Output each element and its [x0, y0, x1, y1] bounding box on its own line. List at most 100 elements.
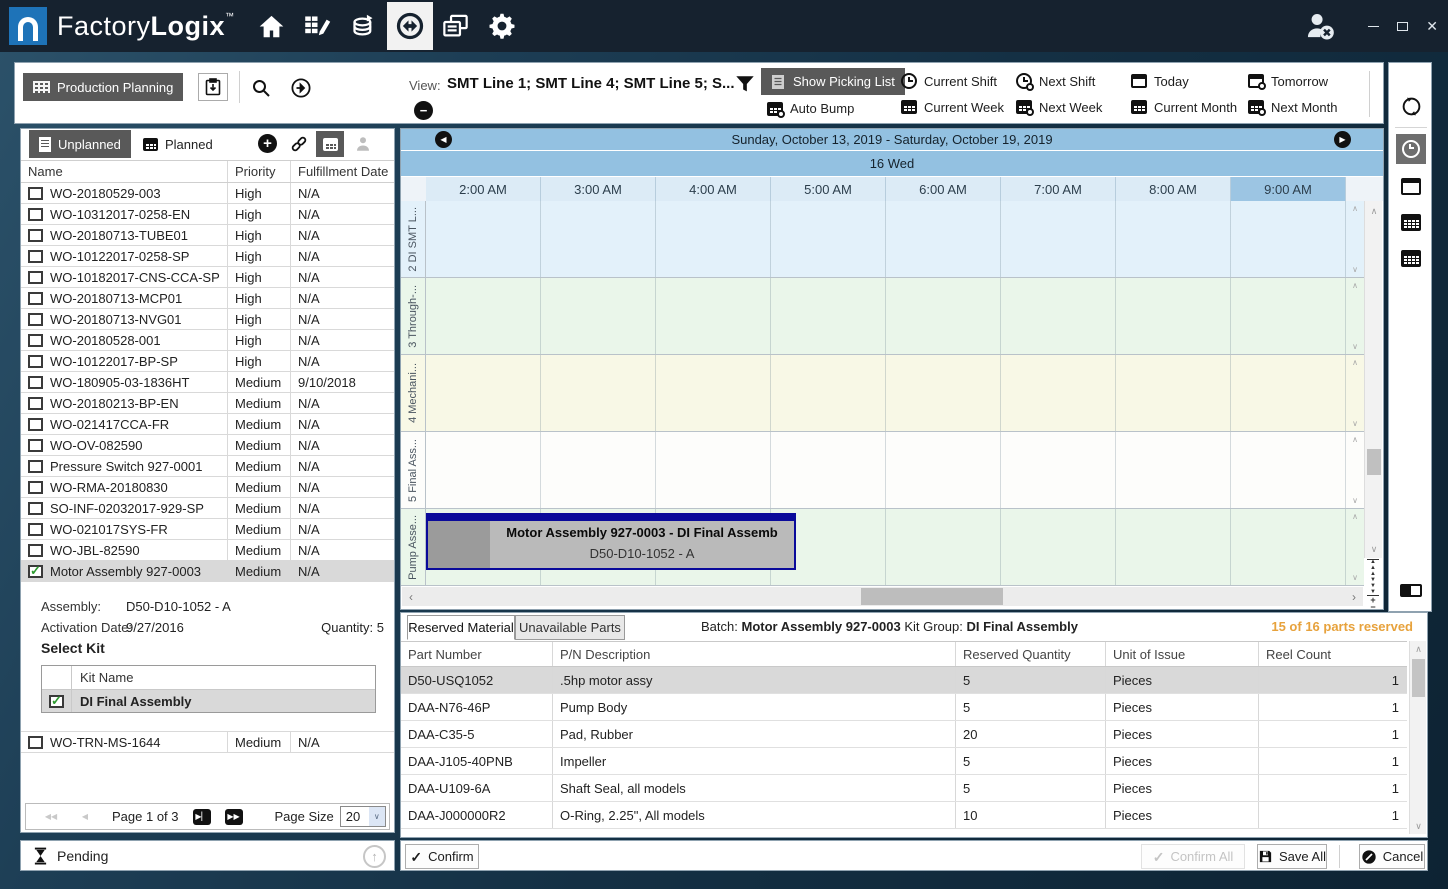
- maximize-button[interactable]: [1397, 22, 1408, 31]
- link-icon[interactable]: [289, 134, 309, 154]
- work-order-checkbox[interactable]: [28, 736, 43, 749]
- refresh-icon[interactable]: [1396, 91, 1426, 121]
- work-order-row[interactable]: Pressure Switch 927-0001 Medium N/A: [21, 456, 394, 477]
- part-row[interactable]: DAA-N76-46P Pump Body 5 Pieces 1: [401, 694, 1407, 721]
- time-cell[interactable]: 2:00 AM: [426, 177, 541, 202]
- work-order-checkbox[interactable]: [28, 502, 43, 515]
- work-order-row[interactable]: WO-10182017-CNS-CCA-SP High N/A: [21, 267, 394, 288]
- work-order-checkbox[interactable]: [28, 481, 43, 494]
- work-order-checkbox[interactable]: [28, 355, 43, 368]
- work-order-checkbox[interactable]: [28, 271, 43, 284]
- next-shift-button[interactable]: Next Shift: [1016, 68, 1131, 94]
- time-cell-current[interactable]: 9:00 AM: [1231, 177, 1346, 202]
- week-view-button[interactable]: [1396, 207, 1426, 237]
- page-size-select[interactable]: 20∨: [340, 806, 386, 827]
- work-order-row[interactable]: SO-INF-02032017-929-SP Medium N/A: [21, 498, 394, 519]
- current-week-button[interactable]: Current Week: [901, 94, 1016, 120]
- previous-page-button[interactable]: ◀: [76, 809, 94, 825]
- confirm-button[interactable]: ✓Confirm: [405, 844, 479, 869]
- auto-bump-button[interactable]: Auto Bump: [767, 101, 854, 116]
- work-order-checkbox[interactable]: [28, 460, 43, 473]
- reports-icon[interactable]: [433, 2, 479, 50]
- work-order-row[interactable]: WO-021017SYS-FR Medium N/A: [21, 519, 394, 540]
- work-order-row[interactable]: WO-021417CCA-FR Medium N/A: [21, 414, 394, 435]
- time-cell[interactable]: 3:00 AM: [541, 177, 656, 202]
- work-order-checkbox[interactable]: [28, 439, 43, 452]
- next-page-button[interactable]: ▶▏: [193, 809, 211, 825]
- previous-week-arrow[interactable]: ◀: [435, 131, 452, 148]
- calendar-horizontal-scrollbar[interactable]: ‹ ›: [402, 587, 1363, 606]
- lane-scroll-chevrons[interactable]: ∧∨: [1346, 509, 1364, 586]
- work-order-row[interactable]: WO-20180713-TUBE01 High N/A: [21, 225, 394, 246]
- filter-funnel-icon[interactable]: [734, 73, 756, 95]
- save-all-button[interactable]: Save All: [1257, 844, 1327, 869]
- scroll-right-arrow[interactable]: ›: [1345, 590, 1363, 604]
- time-cell[interactable]: 5:00 AM: [771, 177, 886, 202]
- parts-scrollbar[interactable]: ∧ ∨: [1409, 641, 1426, 834]
- work-order-checkbox[interactable]: [28, 250, 43, 263]
- next-week-arrow[interactable]: ▶: [1334, 131, 1351, 148]
- part-row[interactable]: DAA-J000000R2 O-Ring, 2.25", All models …: [401, 802, 1407, 829]
- work-order-checkbox[interactable]: [28, 187, 43, 200]
- tab-unavailable-parts[interactable]: Unavailable Parts: [515, 615, 625, 640]
- work-order-checkbox[interactable]: [28, 313, 43, 326]
- work-order-checkbox[interactable]: [28, 292, 43, 305]
- part-row[interactable]: D50-USQ1052 .5hp motor assy 5 Pieces 1: [401, 667, 1407, 694]
- kit-row[interactable]: DI Final Assembly: [42, 689, 375, 712]
- next-month-button[interactable]: Next Month: [1248, 94, 1364, 120]
- confirm-all-button[interactable]: ✓Confirm All: [1141, 844, 1245, 869]
- work-order-row[interactable]: WO-10122017-BP-SP High N/A: [21, 351, 394, 372]
- zoom-out-button[interactable]: −: [1367, 604, 1379, 610]
- scheduling-icon-active[interactable]: [387, 2, 433, 50]
- part-row[interactable]: DAA-J105-40PNB Impeller 5 Pieces 1: [401, 748, 1407, 775]
- first-page-button[interactable]: ◀◀: [42, 809, 60, 825]
- work-order-checkbox[interactable]: [28, 376, 43, 389]
- horizontal-scroll-thumb[interactable]: [861, 588, 1003, 605]
- collapse-panel-button[interactable]: ↑: [363, 845, 386, 868]
- home-icon[interactable]: [249, 2, 295, 50]
- calendar-day-header[interactable]: 16 Wed: [401, 151, 1383, 176]
- search-icon[interactable]: [251, 78, 271, 98]
- work-order-row[interactable]: WO-20180213-BP-EN Medium N/A: [21, 393, 394, 414]
- lane-scroll-chevrons[interactable]: ∧∨: [1346, 278, 1364, 355]
- lane-1[interactable]: [426, 201, 1346, 278]
- work-order-checkbox[interactable]: [28, 229, 43, 242]
- scroll-up-arrow[interactable]: ∧: [1365, 203, 1383, 219]
- lane-4[interactable]: [426, 432, 1346, 509]
- minimize-button[interactable]: [1368, 26, 1379, 27]
- work-order-checkbox[interactable]: [28, 397, 43, 410]
- scroll-up-arrow[interactable]: ∧: [1410, 641, 1427, 657]
- time-cell[interactable]: 6:00 AM: [886, 177, 1001, 202]
- lane-scroll-chevrons[interactable]: ∧∨: [1346, 355, 1364, 432]
- settings-gear-icon[interactable]: [479, 2, 525, 50]
- materials-icon[interactable]: [341, 2, 387, 50]
- lane-2[interactable]: [426, 278, 1346, 355]
- view-value[interactable]: SMT Line 1; SMT Line 4; SMT Line 5; S...: [447, 75, 735, 92]
- time-cell[interactable]: 4:00 AM: [656, 177, 771, 202]
- work-order-row[interactable]: WO-20180713-NVG01 High N/A: [21, 309, 394, 330]
- vertical-scroll-thumb[interactable]: [1367, 449, 1381, 475]
- work-order-row[interactable]: WO-20180529-003 High N/A: [21, 183, 394, 204]
- scroll-down-arrow[interactable]: ∨: [1410, 818, 1427, 834]
- work-order-row[interactable]: WO-20180528-001 High N/A: [21, 330, 394, 351]
- work-order-row[interactable]: WO-20180713-MCP01 High N/A: [21, 288, 394, 309]
- close-button[interactable]: ✕: [1426, 19, 1438, 33]
- work-order-row[interactable]: WO-10312017-0258-EN High N/A: [21, 204, 394, 225]
- work-order-row[interactable]: WO-OV-082590 Medium N/A: [21, 435, 394, 456]
- part-row[interactable]: DAA-U109-6A Shaft Seal, all models 5 Pie…: [401, 775, 1407, 802]
- calendar-vertical-scrollbar[interactable]: ∧ ∨: [1364, 201, 1382, 586]
- production-planning-button[interactable]: Production Planning: [23, 73, 183, 101]
- work-order-checkbox[interactable]: [28, 208, 43, 221]
- last-page-button[interactable]: ▶▶: [225, 809, 243, 825]
- clipboard-button[interactable]: [198, 73, 228, 101]
- shift-view-button[interactable]: [1396, 134, 1426, 164]
- lane-scroll-chevrons[interactable]: ∧∨: [1346, 201, 1364, 278]
- collapse-view-icon[interactable]: −: [414, 101, 433, 120]
- cancel-button[interactable]: Cancel: [1359, 844, 1425, 869]
- work-order-checkbox[interactable]: [28, 565, 43, 578]
- time-cell[interactable]: 8:00 AM: [1116, 177, 1231, 202]
- next-week-button[interactable]: Next Week: [1016, 94, 1131, 120]
- scroll-left-arrow[interactable]: ‹: [402, 590, 420, 604]
- parts-scroll-thumb[interactable]: [1412, 659, 1425, 697]
- scheduled-event[interactable]: Motor Assembly 927-0003 - DI Final Assem…: [426, 513, 796, 570]
